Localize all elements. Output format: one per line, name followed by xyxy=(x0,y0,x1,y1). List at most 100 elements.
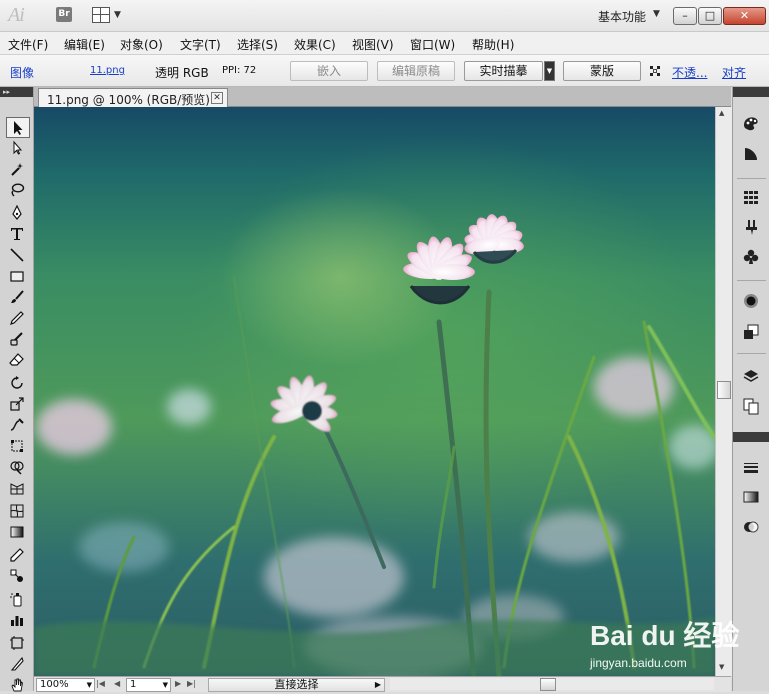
scale-tool[interactable] xyxy=(6,394,28,413)
menu-view[interactable]: 视图(V) xyxy=(352,36,394,53)
brushes-panel-button[interactable] xyxy=(741,217,761,237)
vertical-scrollbar[interactable]: ▲ ▼ xyxy=(715,107,732,676)
symbols-panel-button[interactable] xyxy=(741,247,761,267)
magic-wand-tool[interactable] xyxy=(6,159,28,178)
mask-button[interactable]: 蒙版 xyxy=(563,61,641,81)
artboard-number-select[interactable]: 1 ▼ xyxy=(126,678,171,692)
ppi-label: PPI: 72 xyxy=(222,65,257,76)
watermark-url: jingyan.baidu.com xyxy=(590,656,687,670)
shape-builder-icon xyxy=(10,460,24,475)
menu-effect[interactable]: 效果(C) xyxy=(294,36,336,53)
pencil-tool[interactable] xyxy=(6,308,28,327)
horizontal-scroll-thumb[interactable] xyxy=(540,678,556,691)
hand-tool[interactable] xyxy=(6,675,28,694)
color-guide-panel-button[interactable] xyxy=(741,144,761,164)
control-bar: 图像 11.png 透明 RGB PPI: 72 嵌入 编辑原稿 实时描摹 ▼ … xyxy=(0,55,769,87)
lasso-tool[interactable] xyxy=(6,180,28,199)
eyedropper-tool[interactable] xyxy=(6,545,28,564)
live-trace-button[interactable]: 实时描摹 xyxy=(464,61,543,81)
rotate-tool[interactable] xyxy=(6,373,28,392)
type-tool[interactable] xyxy=(6,224,28,243)
menu-type[interactable]: 文字(T) xyxy=(180,36,221,53)
last-artboard-icon[interactable]: ▶| xyxy=(187,679,196,688)
object-type-link[interactable]: 图像 xyxy=(10,64,34,81)
previous-artboard-icon[interactable]: ◀ xyxy=(114,679,120,688)
gradient-tool[interactable] xyxy=(6,522,28,541)
panel-dock xyxy=(732,87,769,691)
mesh-tool[interactable] xyxy=(6,501,28,520)
direct-selection-arrow-icon xyxy=(13,140,23,155)
paintbrush-tool[interactable] xyxy=(6,287,28,306)
workspace-switcher[interactable]: 基本功能 xyxy=(598,8,646,25)
baidu-jingyan-watermark: Bai du 经验 jingyan.baidu.com xyxy=(590,614,739,676)
perspective-grid-icon xyxy=(10,482,24,494)
graphic-styles-panel-button[interactable] xyxy=(741,322,761,342)
selection-tool[interactable] xyxy=(6,117,30,138)
tracing-presets-dropdown[interactable]: ▼ xyxy=(544,61,555,81)
symbol-sprayer-tool[interactable] xyxy=(6,589,28,608)
maximize-button[interactable]: □ xyxy=(698,7,722,25)
menu-select[interactable]: 选择(S) xyxy=(237,36,278,53)
watermark-logo: Bai du 经验 xyxy=(590,620,740,651)
perspective-grid-tool[interactable] xyxy=(6,478,28,497)
artboards-panel-button[interactable] xyxy=(741,396,761,416)
dock-grip[interactable] xyxy=(733,432,769,442)
layers-panel-button[interactable] xyxy=(741,366,761,386)
slice-tool[interactable] xyxy=(6,654,28,673)
swatches-panel-button[interactable] xyxy=(741,187,761,207)
eraser-tool[interactable] xyxy=(6,350,28,369)
vertical-scroll-thumb[interactable] xyxy=(717,381,731,399)
menu-file[interactable]: 文件(F) xyxy=(8,36,48,53)
menu-bar: 文件(F) 编辑(E) 对象(O) 文字(T) 选择(S) 效果(C) 视图(V… xyxy=(0,32,769,55)
close-button[interactable]: ✕ xyxy=(723,7,766,25)
chevron-down-icon[interactable]: ▼ xyxy=(653,9,660,19)
status-bar: 100% ▼ |◀ ◀ 1 ▼ ▶ ▶| 直接选择 ▶ xyxy=(34,676,731,692)
symbol-sprayer-icon xyxy=(10,592,22,606)
zoom-level-select[interactable]: 100% ▼ xyxy=(36,678,95,692)
eyedropper-icon xyxy=(10,547,24,562)
scroll-up-icon[interactable]: ▲ xyxy=(719,109,724,117)
shape-builder-tool[interactable] xyxy=(6,457,28,476)
line-segment-tool[interactable] xyxy=(6,245,28,264)
color-guide-icon xyxy=(745,148,757,160)
column-graph-icon xyxy=(11,615,23,626)
artboard-tool[interactable] xyxy=(6,633,28,652)
align-link[interactable]: 对齐 xyxy=(722,64,746,81)
linked-file-link[interactable]: 11.png xyxy=(90,65,125,76)
rectangle-tool[interactable] xyxy=(6,266,28,285)
free-transform-tool[interactable] xyxy=(6,436,28,455)
minimize-button[interactable]: – xyxy=(673,7,697,25)
column-graph-tool[interactable] xyxy=(6,610,28,629)
artboard-canvas[interactable] xyxy=(34,107,715,676)
horizontal-scrollbar[interactable] xyxy=(390,678,714,691)
panel-grip[interactable]: ▸▸ xyxy=(0,87,33,97)
document-tab[interactable]: 11.png @ 100% (RGB/预览) ✕ xyxy=(38,88,228,107)
embed-button[interactable]: 嵌入 xyxy=(290,61,368,81)
menu-help[interactable]: 帮助(H) xyxy=(472,36,514,53)
pen-tool[interactable] xyxy=(6,203,28,222)
blend-tool[interactable] xyxy=(6,566,28,585)
appearance-panel-button[interactable] xyxy=(741,291,761,311)
warp-tool[interactable] xyxy=(6,415,28,434)
menu-edit[interactable]: 编辑(E) xyxy=(64,36,105,53)
dock-grip[interactable] xyxy=(733,87,769,97)
stroke-panel-button[interactable] xyxy=(741,458,761,478)
menu-window[interactable]: 窗口(W) xyxy=(410,36,455,53)
transparency-panel-button[interactable] xyxy=(741,517,761,537)
edit-original-button[interactable]: 编辑原稿 xyxy=(377,61,455,81)
arrange-documents-button[interactable]: ▼ xyxy=(92,6,124,24)
opacity-link[interactable]: 不透... xyxy=(672,64,707,81)
color-panel-button[interactable] xyxy=(741,114,761,134)
next-artboard-icon[interactable]: ▶ xyxy=(175,679,181,688)
first-artboard-icon[interactable]: |◀ xyxy=(96,679,105,688)
direct-selection-tool[interactable] xyxy=(6,138,28,157)
bridge-button[interactable]: Br xyxy=(56,7,72,22)
blob-brush-icon xyxy=(10,331,23,346)
menu-object[interactable]: 对象(O) xyxy=(120,36,163,53)
gradient-panel-button[interactable] xyxy=(741,487,761,507)
lasso-icon xyxy=(11,183,25,196)
close-icon[interactable]: ✕ xyxy=(211,92,223,104)
blob-brush-tool[interactable] xyxy=(6,329,28,348)
transform-again-icon[interactable] xyxy=(649,65,661,77)
current-tool-status[interactable]: 直接选择 ▶ xyxy=(208,678,385,692)
